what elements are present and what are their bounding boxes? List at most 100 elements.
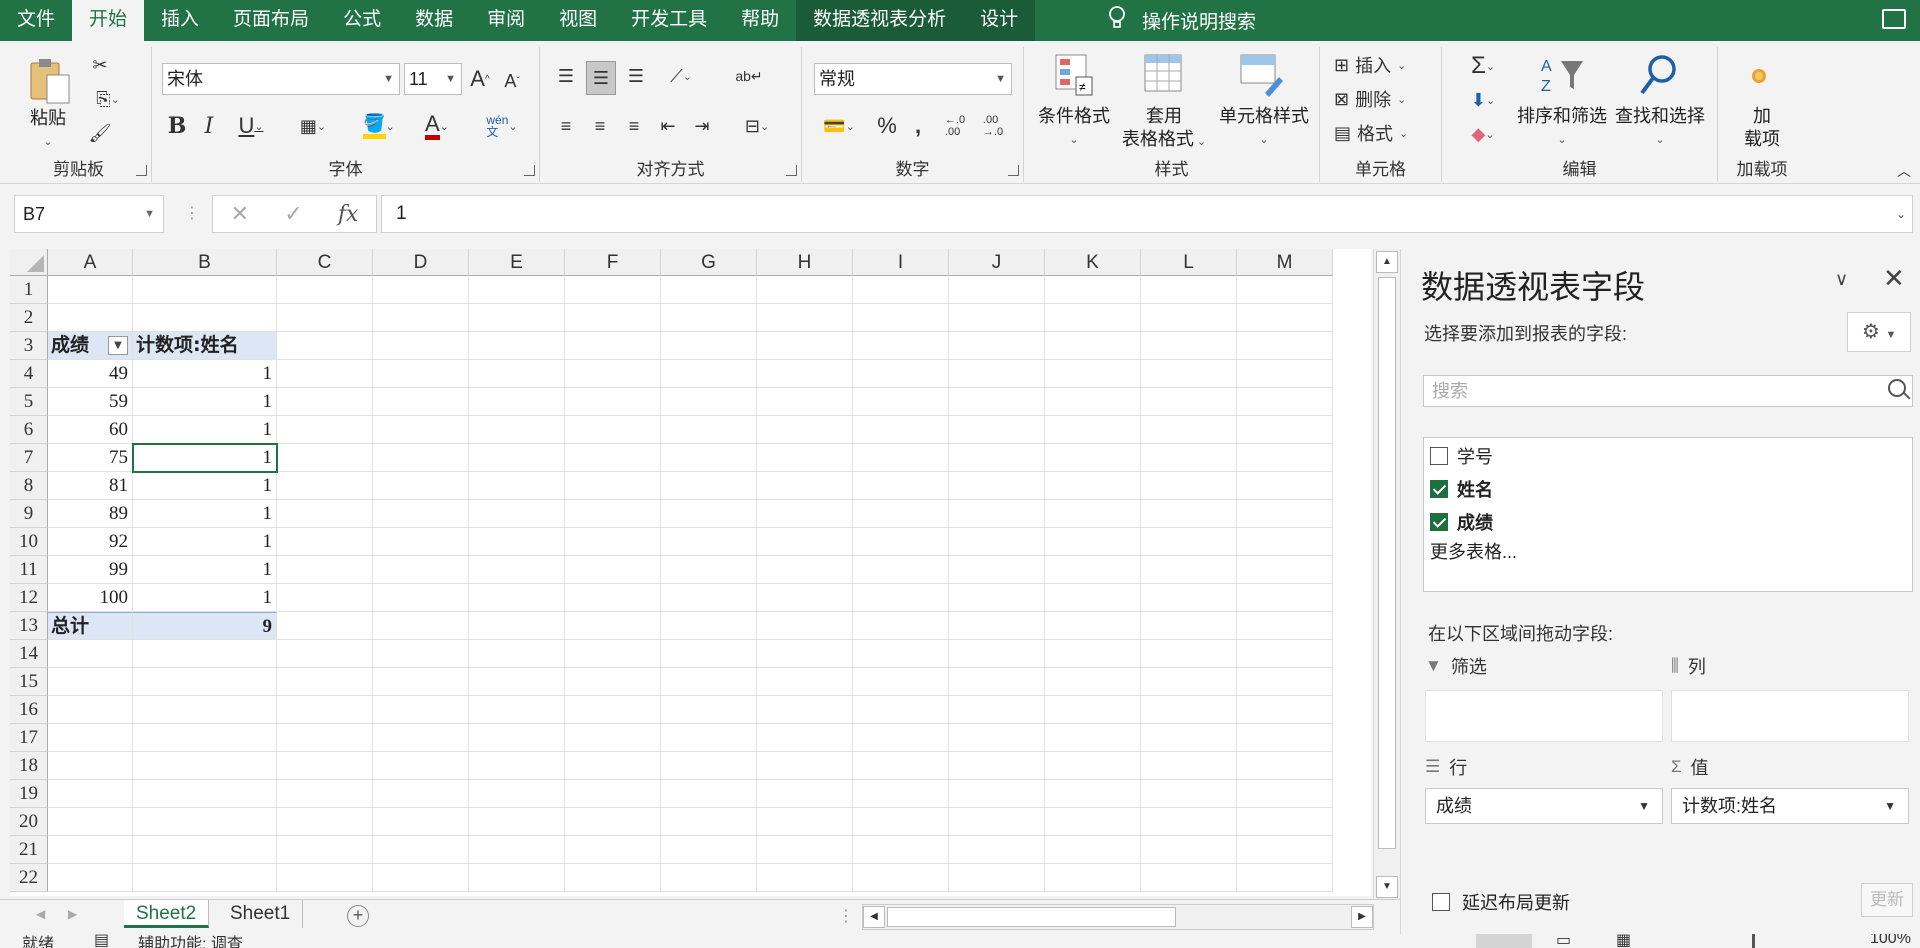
pivot-row-header[interactable]: 成绩 ▼ [48, 332, 133, 360]
zoom-level[interactable]: 100% [1870, 934, 1911, 948]
cell[interactable] [373, 584, 469, 612]
cell[interactable] [133, 780, 277, 808]
number-format-combo[interactable]: 常规 ▼ [814, 63, 1012, 95]
cell[interactable] [373, 388, 469, 416]
scroll-down-icon[interactable]: ▼ [1376, 876, 1398, 898]
cell[interactable] [565, 724, 661, 752]
cell[interactable] [277, 752, 373, 780]
format-cells-button[interactable]: ▤ 格式 ⌄ [1334, 119, 1434, 147]
cell[interactable] [277, 724, 373, 752]
field-checkbox[interactable] [1430, 480, 1448, 498]
cell[interactable] [949, 500, 1045, 528]
cell[interactable] [373, 332, 469, 360]
cell[interactable] [949, 304, 1045, 332]
cell[interactable] [1237, 360, 1333, 388]
cell[interactable] [48, 276, 133, 304]
cell[interactable] [757, 304, 853, 332]
cell[interactable] [853, 472, 949, 500]
cell[interactable] [757, 332, 853, 360]
grand-total-label[interactable]: 总计 [48, 612, 133, 640]
paste-icon[interactable] [26, 57, 72, 105]
cell[interactable] [48, 864, 133, 892]
row-header-7[interactable]: 7 [10, 444, 48, 472]
cell[interactable] [277, 276, 373, 304]
tab-2[interactable]: 插入 [144, 0, 216, 41]
accessibility-status[interactable]: 辅助功能: 调查 [138, 934, 243, 948]
cell[interactable] [661, 276, 757, 304]
pivot-value[interactable]: 1 [133, 528, 277, 556]
update-button[interactable]: 更新 [1861, 883, 1913, 917]
cell[interactable] [277, 864, 373, 892]
addins-label-1[interactable]: 加 [1718, 105, 1806, 128]
cell[interactable] [1237, 752, 1333, 780]
align-bottom-icon[interactable]: ☰ [622, 61, 650, 91]
filter-dropdown-icon[interactable]: ▼ [108, 336, 128, 355]
pivot-row-label[interactable]: 89 [48, 500, 133, 528]
pivot-value[interactable]: 1 [133, 556, 277, 584]
cell[interactable] [1237, 276, 1333, 304]
increase-indent-icon[interactable]: ⇥ [688, 111, 716, 141]
cell[interactable] [1045, 276, 1141, 304]
tab-8[interactable]: 开发工具 [614, 0, 724, 41]
cell[interactable] [277, 444, 373, 472]
cell[interactable] [277, 416, 373, 444]
cell[interactable] [373, 724, 469, 752]
pivot-row-label[interactable]: 75 [48, 444, 133, 472]
cell[interactable] [565, 780, 661, 808]
cell[interactable] [1141, 780, 1237, 808]
zoom-slider[interactable] [1752, 934, 1755, 948]
cell[interactable] [757, 696, 853, 724]
find-select-icon[interactable] [1636, 53, 1680, 97]
cell[interactable] [757, 864, 853, 892]
cell[interactable] [469, 276, 565, 304]
page-break-view-icon[interactable]: ▦ [1616, 934, 1631, 948]
cell[interactable] [1237, 332, 1333, 360]
tab-5[interactable]: 数据 [398, 0, 470, 41]
chevron-down-icon[interactable]: ▼ [1638, 789, 1650, 823]
column-header-E[interactable]: E [469, 249, 565, 276]
cell[interactable] [565, 752, 661, 780]
find-select-label[interactable]: 查找和选择 [1610, 105, 1710, 128]
cell[interactable] [757, 416, 853, 444]
cell[interactable] [949, 836, 1045, 864]
cell[interactable] [1141, 332, 1237, 360]
cell[interactable] [853, 416, 949, 444]
cell[interactable] [853, 388, 949, 416]
cell[interactable] [757, 724, 853, 752]
cell[interactable] [1237, 724, 1333, 752]
clear-icon[interactable]: ◆ ⌄ [1460, 119, 1506, 149]
row-header-5[interactable]: 5 [10, 388, 48, 416]
cell[interactable] [1237, 640, 1333, 668]
cancel-icon[interactable]: ✕ [231, 201, 249, 227]
merge-center-icon[interactable]: ⊟ ⌄ [732, 111, 782, 141]
cell[interactable] [277, 332, 373, 360]
cell[interactable] [373, 752, 469, 780]
format-as-table-label-2[interactable]: 表格格式 ⌄ [1116, 128, 1212, 154]
close-icon[interactable]: ✕ [1883, 263, 1905, 294]
macro-record-icon[interactable]: ▤ [94, 934, 109, 948]
pivot-row-label[interactable]: 92 [48, 528, 133, 556]
cell[interactable] [853, 836, 949, 864]
cell[interactable] [277, 304, 373, 332]
underline-icon[interactable]: U ⌄ [228, 111, 274, 141]
column-header-B[interactable]: B [133, 249, 277, 276]
cell[interactable] [1237, 416, 1333, 444]
cell[interactable] [469, 612, 565, 640]
cell[interactable] [48, 724, 133, 752]
cell[interactable] [853, 612, 949, 640]
cell[interactable] [1237, 444, 1333, 472]
paste-dropdown-icon[interactable]: ⌄ [20, 131, 76, 154]
cell[interactable] [565, 276, 661, 304]
wrap-text-icon[interactable]: ab↵ [734, 61, 764, 91]
add-sheet-icon[interactable]: + [347, 905, 369, 927]
chevron-down-icon[interactable]: ∨ [1835, 269, 1848, 290]
cell[interactable] [757, 780, 853, 808]
cell[interactable] [757, 752, 853, 780]
cell[interactable] [661, 724, 757, 752]
cell[interactable] [661, 416, 757, 444]
rows-field-pill[interactable]: 成绩 ▼ [1425, 788, 1663, 824]
cell[interactable] [1141, 444, 1237, 472]
cell[interactable] [661, 668, 757, 696]
row-header-9[interactable]: 9 [10, 500, 48, 528]
page-layout-view-icon[interactable]: ▭ [1556, 934, 1571, 948]
